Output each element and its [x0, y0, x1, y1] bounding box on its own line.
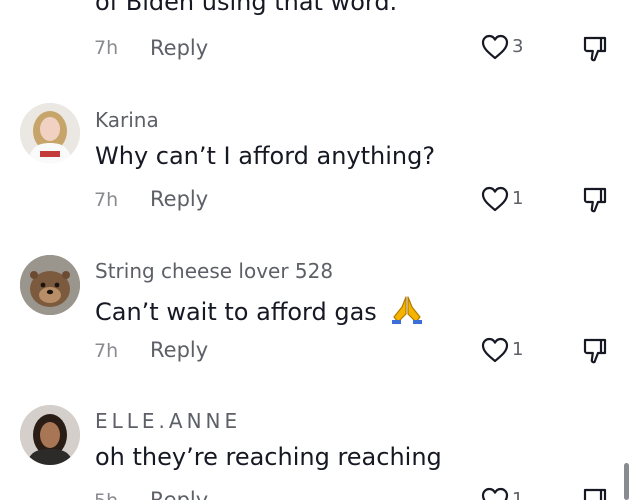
scrollbar-thumb[interactable]	[624, 463, 629, 500]
comment-text-content: Can’t wait to afford gas	[95, 298, 377, 326]
avatar[interactable]	[20, 103, 80, 163]
dislike-button[interactable]	[581, 185, 609, 215]
dislike-button[interactable]	[581, 336, 609, 366]
comment-text: oh they’re reaching reaching	[95, 443, 442, 471]
folded-hands-emoji	[392, 296, 423, 324]
thumbs-down-outline-icon	[583, 338, 607, 364]
heart-outline-icon	[481, 337, 509, 363]
like-button[interactable]: 1	[480, 185, 528, 215]
reply-button[interactable]: Reply	[150, 187, 208, 211]
thumbs-down-outline-icon	[583, 488, 607, 500]
comment-text: Why can’t I afford anything?	[95, 142, 436, 170]
like-count: 1	[512, 489, 524, 500]
comment-timestamp: 7h	[94, 340, 119, 362]
heart-outline-icon	[481, 487, 509, 500]
dislike-button[interactable]	[581, 34, 609, 64]
avatar[interactable]	[20, 255, 80, 315]
reply-button[interactable]: Reply	[150, 36, 208, 60]
reply-button[interactable]: Reply	[150, 338, 208, 362]
heart-outline-icon	[481, 34, 509, 60]
comment-timestamp: 5h	[94, 490, 118, 500]
comments-panel: of Biden using that word. 7h Reply 3 Kar…	[0, 0, 634, 500]
avatar-photo	[20, 405, 80, 465]
comment-item: ELLE.ANNE oh they’re reaching reaching 5…	[0, 403, 634, 500]
like-count: 1	[512, 188, 524, 209]
comment-username[interactable]: ELLE.ANNE	[95, 409, 241, 433]
comment-item: Karina Why can’t I afford anything? 7h R…	[0, 100, 634, 230]
comment-timestamp: 7h	[94, 37, 119, 59]
like-button[interactable]: 1	[480, 486, 528, 500]
comment-text: Can’t wait to afford gas	[95, 293, 424, 326]
comment-username[interactable]: String cheese lover 528	[95, 259, 333, 283]
comment-text: of Biden using that word.	[95, 0, 398, 16]
comment-item: String cheese lover 528 Can’t wait to af…	[0, 252, 634, 382]
like-button[interactable]: 1	[480, 336, 528, 366]
thumbs-down-outline-icon	[583, 187, 607, 213]
avatar-photo	[20, 255, 80, 315]
heart-outline-icon	[481, 186, 509, 212]
comment-username[interactable]: Karina	[95, 108, 159, 132]
like-count: 3	[512, 36, 524, 57]
reply-button[interactable]: Reply	[150, 488, 208, 500]
dislike-button[interactable]	[581, 486, 609, 500]
thumbs-down-outline-icon	[583, 36, 607, 62]
avatar[interactable]	[20, 405, 80, 465]
like-button[interactable]: 3	[480, 33, 528, 63]
like-count: 1	[512, 339, 524, 360]
comment-timestamp: 7h	[94, 189, 119, 211]
comment-item: of Biden using that word. 7h Reply 3	[0, 0, 634, 80]
avatar-photo	[20, 103, 80, 163]
